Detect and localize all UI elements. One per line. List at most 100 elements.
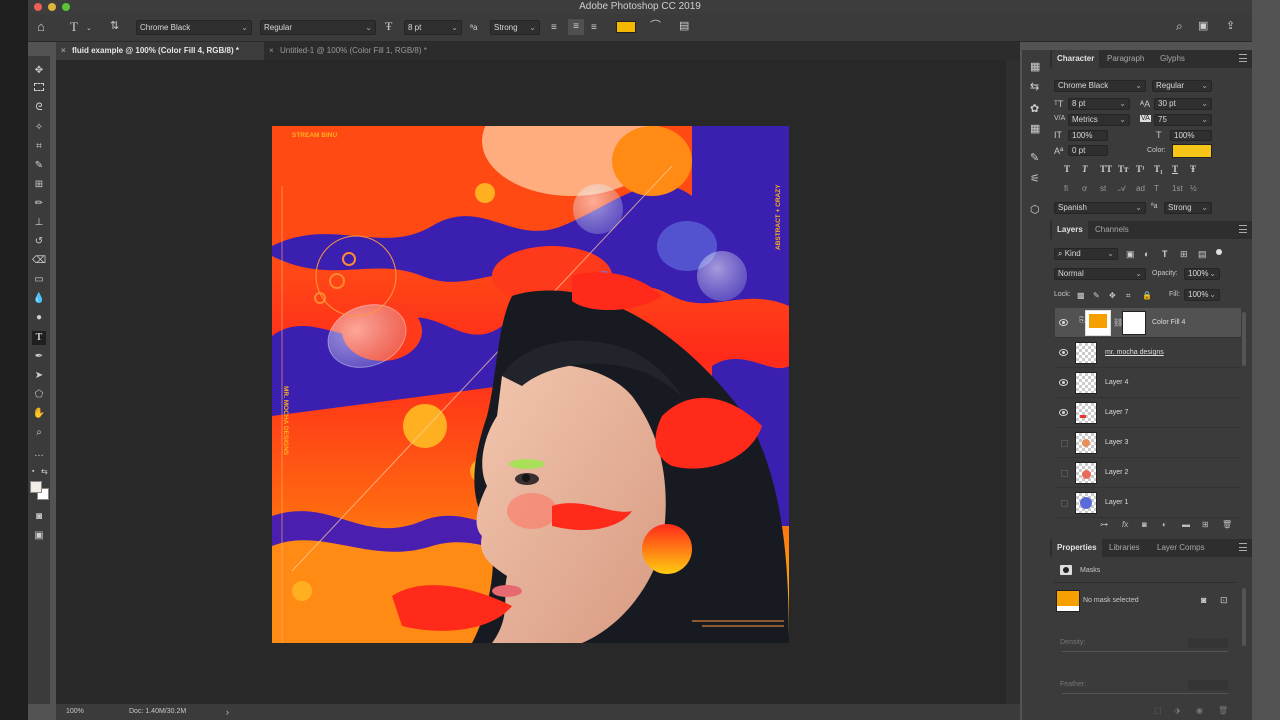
layer-name[interactable]: Color Fill 4 xyxy=(1152,319,1185,326)
layer-name[interactable]: mr. mocha designs xyxy=(1105,349,1164,356)
foreground-color-swatch[interactable] xyxy=(30,481,42,493)
underline-button[interactable]: T xyxy=(1172,164,1178,174)
font-size-select[interactable]: 8 pt ⌄ xyxy=(404,20,462,35)
add-pixel-mask-icon[interactable]: ◙ xyxy=(1201,595,1206,606)
layer-name[interactable]: Layer 7 xyxy=(1105,409,1128,416)
layer-row-layer-4[interactable]: Layer 4 xyxy=(1055,368,1241,398)
feather-input[interactable] xyxy=(1188,680,1228,690)
filter-smart-object-icon[interactable]: ▤ xyxy=(1198,249,1207,260)
crop-tool-icon[interactable]: ⌗ xyxy=(32,140,46,154)
healing-brush-icon[interactable]: ⊞ xyxy=(32,178,46,192)
text-color-swatch[interactable] xyxy=(616,21,636,33)
filter-type-icon[interactable]: T xyxy=(1162,249,1168,260)
eyedropper-icon[interactable]: ✎ xyxy=(32,159,46,173)
pen-tool-icon[interactable]: ✒ xyxy=(32,350,46,364)
eye-icon[interactable] xyxy=(1059,319,1068,326)
layer-filter-select[interactable]: ⌕ Kind ⌄ xyxy=(1054,248,1118,260)
lasso-tool-icon[interactable]: ᘓ xyxy=(32,101,46,115)
blend-mode-select[interactable]: Normal ⌄ xyxy=(1054,268,1146,280)
char-antialias-select[interactable]: Strong ⌄ xyxy=(1164,202,1212,214)
close-window-button[interactable] xyxy=(34,3,42,11)
zoom-level[interactable]: 100% xyxy=(66,704,84,720)
visibility-icon[interactable]: ◉ xyxy=(1196,706,1203,715)
tab-fluid-example[interactable]: × fluid example @ 100% (Color Fill 4, RG… xyxy=(56,42,264,60)
layer-thumbnail[interactable] xyxy=(1075,432,1097,454)
lock-pixels-icon[interactable]: ✎ xyxy=(1093,290,1100,301)
language-select[interactable]: Spanish ⌄ xyxy=(1054,202,1146,214)
swash-button[interactable]: 𝒜 xyxy=(1118,184,1126,194)
minimize-window-button[interactable] xyxy=(48,3,56,11)
superscript-button[interactable]: T¹ xyxy=(1136,164,1145,174)
eye-icon[interactable] xyxy=(1059,409,1068,416)
search-icon[interactable]: ⌕ xyxy=(1176,20,1183,32)
move-tool-icon[interactable]: ✥ xyxy=(32,64,46,78)
magic-wand-icon[interactable]: ✧ xyxy=(32,121,46,135)
character-panel-menu-icon[interactable] xyxy=(1239,54,1247,62)
char-size-select[interactable]: 8 pt ⌄ xyxy=(1068,98,1130,110)
layer-mask-thumbnail[interactable] xyxy=(1122,311,1146,335)
char-kerning-select[interactable]: Metrics ⌄ xyxy=(1068,114,1130,126)
status-menu-arrow[interactable]: › xyxy=(226,704,229,720)
lock-position-icon[interactable]: ✥ xyxy=(1109,290,1116,301)
layer-row-layer-3[interactable]: Layer 3 xyxy=(1055,428,1241,458)
close-icon[interactable]: × xyxy=(61,42,66,60)
char-font-style-select[interactable]: Regular ⌄ xyxy=(1152,80,1212,92)
layer-name[interactable]: Layer 1 xyxy=(1105,499,1128,506)
brushes-panel-icon[interactable]: ✎ xyxy=(1030,153,1039,164)
fx-icon[interactable]: fx xyxy=(1122,520,1128,529)
layer-row-layer-7[interactable]: Layer 7 xyxy=(1055,398,1241,428)
add-vector-mask-icon[interactable]: ⊡ xyxy=(1220,595,1228,606)
subscript-button[interactable]: T₁ xyxy=(1154,164,1163,174)
properties-scrollbar[interactable] xyxy=(1242,588,1246,646)
layer-name[interactable]: Layer 4 xyxy=(1105,379,1128,386)
filter-pixel-icon[interactable]: ▣ xyxy=(1126,249,1135,260)
dodge-tool-icon[interactable]: ● xyxy=(32,311,46,325)
tab-libraries[interactable]: Libraries xyxy=(1104,539,1145,557)
opacity-input[interactable]: 100% ⌄ xyxy=(1184,268,1220,280)
faux-italic-button[interactable]: T xyxy=(1082,164,1088,174)
layer-thumbnail[interactable] xyxy=(1075,372,1097,394)
tab-character[interactable]: Character xyxy=(1052,50,1100,68)
more-tools-icon[interactable]: … xyxy=(32,447,46,461)
layers-panel-menu-icon[interactable] xyxy=(1239,225,1247,233)
char-font-family-select[interactable]: Chrome Black ⌄ xyxy=(1054,80,1146,92)
layer-name[interactable]: Layer 2 xyxy=(1105,469,1128,476)
antialias-select[interactable]: Strong ⌄ xyxy=(490,20,540,35)
char-hscale-input[interactable]: 100% xyxy=(1170,130,1212,141)
history-brush-icon[interactable]: ↺ xyxy=(32,235,46,249)
zoom-tool-icon[interactable]: ⌕ xyxy=(32,426,46,440)
new-layer-icon[interactable]: ⊞ xyxy=(1202,520,1209,529)
eraser-tool-icon[interactable]: ⌫ xyxy=(32,254,46,268)
density-slider[interactable] xyxy=(1062,651,1228,652)
ligatures-button[interactable]: ﬁ xyxy=(1064,184,1068,193)
apply-mask-icon[interactable]: ⬗ xyxy=(1174,706,1180,715)
quick-mask-icon[interactable]: ◙ xyxy=(32,510,46,524)
lock-transparency-icon[interactable]: ▩ xyxy=(1077,290,1085,301)
layer-row-layer-1[interactable]: Layer 1 xyxy=(1055,488,1241,518)
tab-paragraph[interactable]: Paragraph xyxy=(1102,50,1149,68)
density-input[interactable] xyxy=(1188,638,1228,648)
titling-alternates-button[interactable]: T xyxy=(1154,184,1159,193)
close-icon[interactable]: × xyxy=(269,42,274,60)
type-tool-icon[interactable]: T xyxy=(32,331,46,345)
layer-name[interactable]: Layer 3 xyxy=(1105,439,1128,446)
discretionary-ligatures-button[interactable]: st xyxy=(1100,184,1106,193)
feather-slider[interactable] xyxy=(1062,693,1228,694)
warp-text-icon[interactable]: ⌒ xyxy=(650,21,661,32)
eye-icon[interactable] xyxy=(1059,379,1068,386)
font-family-select[interactable]: Chrome Black ⌄ xyxy=(136,20,252,35)
char-baseline-input[interactable]: 0 pt xyxy=(1068,145,1108,156)
small-caps-button[interactable]: Tт xyxy=(1118,164,1128,174)
layer-row-mr-mocha-designs[interactable]: mr. mocha designs xyxy=(1055,338,1241,368)
canvas-scrollbar[interactable] xyxy=(1006,60,1020,704)
layers-scrollbar[interactable] xyxy=(1242,312,1246,366)
fractions-button[interactable]: ½ xyxy=(1190,184,1197,193)
align-left-icon[interactable]: ≡ xyxy=(551,22,557,33)
font-style-select[interactable]: Regular ⌄ xyxy=(260,20,376,35)
char-color-swatch[interactable] xyxy=(1172,144,1212,158)
properties-panel-menu-icon[interactable] xyxy=(1239,543,1247,551)
clone-stamp-icon[interactable]: ⊥ xyxy=(32,216,46,230)
link-layers-icon[interactable]: ⊶ xyxy=(1100,520,1108,529)
layer-thumbnail[interactable] xyxy=(1075,462,1097,484)
fill-input[interactable]: 100% ⌄ xyxy=(1184,289,1220,301)
